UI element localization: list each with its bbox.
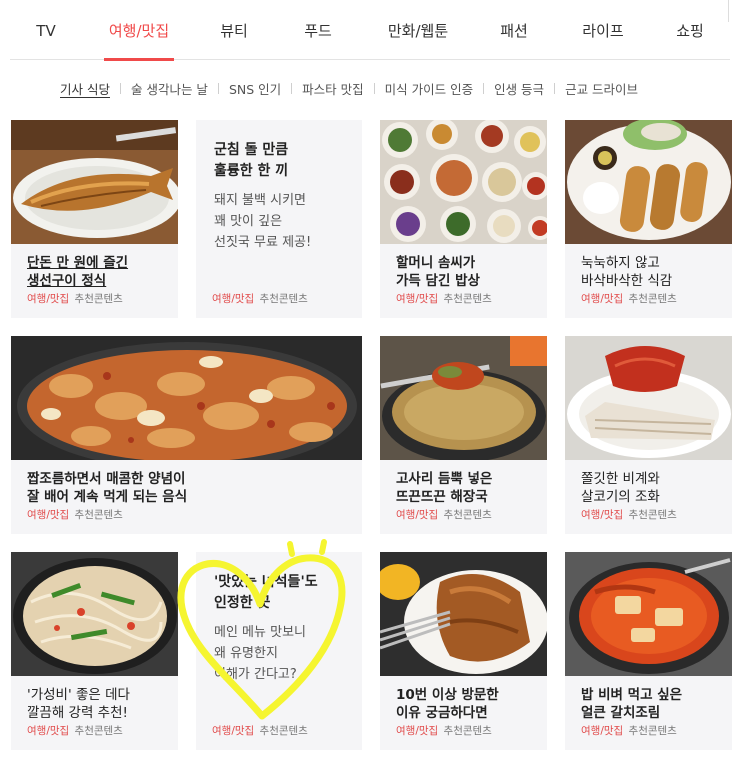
tab-food[interactable]: 푸드 [298, 0, 338, 60]
tab-shopping[interactable]: 쇼핑 [670, 0, 710, 60]
card-meta: 여행/맛집 추천콘텐츠 [396, 291, 492, 306]
content-type-label: 추천콘텐츠 [74, 725, 123, 737]
tab-beauty[interactable]: 뷰티 [214, 0, 254, 60]
subtab-life-favorite[interactable]: 인생 등극 [494, 79, 544, 98]
card-title[interactable]: 눅눅하지 않고 바삭바삭한 식감 [581, 254, 722, 290]
card-title[interactable]: 단돈 만 원에 즐긴 생선구이 정식 [27, 254, 168, 290]
content-type-label: 추천콘텐츠 [443, 509, 492, 521]
tab-tv[interactable]: TV [26, 0, 66, 60]
braised-cutlassfish-photo [565, 552, 732, 676]
card-meta: 여행/맛집 추천콘텐츠 [27, 507, 123, 522]
content-type-label: 추천콘텐츠 [259, 725, 308, 737]
tab-travel-food[interactable]: 여행/맛집 [104, 0, 174, 61]
korean-side-dishes-photo [380, 120, 547, 244]
pork-cutlet-photo [565, 120, 732, 244]
card-title[interactable]: 밥 비벼 먹고 싶은 얼큰 갈치조림 [581, 686, 722, 722]
card-meta: 여행/맛집 추천콘텐츠 [212, 723, 308, 738]
divider [119, 82, 121, 94]
content-card[interactable]: 쫄깃한 비계와 살코기의 조화 여행/맛집 추천콘텐츠 [565, 336, 732, 534]
stir-fried-noodle-pan-photo [11, 552, 178, 676]
subtab-driver-restaurant[interactable]: 기사 식당 [60, 79, 110, 98]
content-card[interactable]: 눅눅하지 않고 바삭바삭한 식감 여행/맛집 추천콘텐츠 [565, 120, 732, 318]
category-label: 여행/맛집 [27, 509, 70, 521]
card-heading: 군침 돌 만큼 훌륭한 한 끼 [214, 142, 289, 179]
subtab-pasta[interactable]: 파스타 맛집 [302, 79, 363, 98]
boiled-pork-photo [565, 336, 732, 460]
tab-life[interactable]: 라이프 [576, 0, 630, 60]
card-meta: 여행/맛집 추천콘텐츠 [396, 507, 492, 522]
sub-category-bar: 기사 식당 술 생각나는 날 SNS 인기 파스타 맛집 미식 가이드 인증 인… [60, 78, 638, 98]
category-label: 여행/맛집 [396, 293, 439, 305]
card-title[interactable]: '가성비' 좋은 데다 깔끔해 강력 추천! [27, 686, 168, 722]
category-label: 여행/맛집 [581, 293, 624, 305]
card-meta: 여행/맛집 추천콘텐츠 [212, 291, 308, 306]
content-card[interactable]: 10번 이상 방문한 이유 궁금하다면 여행/맛집 추천콘텐츠 [380, 552, 547, 750]
card-meta: 여행/맛집 추천콘텐츠 [581, 507, 677, 522]
card-title[interactable]: 쫄깃한 비계와 살코기의 조화 [581, 470, 722, 506]
card-heading: '맛있는 녀석들'도 인정한 곳 [214, 574, 318, 611]
category-label: 여행/맛집 [581, 509, 624, 521]
content-card[interactable]: 고사리 듬뿍 넣은 뜨끈뜨끈 해장국 여행/맛집 추천콘텐츠 [380, 336, 547, 534]
nav-edge-divider [728, 0, 729, 22]
text-content-card[interactable]: 군침 돌 만큼 훌륭한 한 끼 돼지 불백 시키면 꽤 맛이 깊은 선짓국 무료 제공… [196, 120, 362, 318]
fried-cutlet-photo [380, 552, 547, 676]
content-card[interactable]: 밥 비벼 먹고 싶은 얼큰 갈치조림 여행/맛집 추천콘텐츠 [565, 552, 732, 750]
hangover-soup-photo [380, 336, 547, 460]
subtab-sns-popular[interactable]: SNS 인기 [229, 79, 281, 98]
card-title[interactable]: 10번 이상 방문한 이유 궁금하다면 [396, 686, 537, 722]
subtab-michelin-guide[interactable]: 미식 가이드 인증 [385, 79, 473, 98]
subtab-drinking-day[interactable]: 술 생각나는 날 [131, 79, 208, 98]
divider [217, 82, 219, 94]
divider [554, 82, 556, 94]
category-label: 여행/맛집 [396, 509, 439, 521]
card-meta: 여행/맛집 추천콘텐츠 [396, 723, 492, 738]
card-meta: 여행/맛집 추천콘텐츠 [27, 291, 123, 306]
category-label: 여행/맛집 [27, 725, 70, 737]
content-type-label: 추천콘텐츠 [443, 725, 492, 737]
content-type-label: 추천콘텐츠 [628, 293, 677, 305]
subtab-suburban-drive[interactable]: 근교 드라이브 [565, 79, 638, 98]
card-meta: 여행/맛집 추천콘텐츠 [581, 291, 677, 306]
divider [483, 82, 485, 94]
card-title[interactable]: 고사리 듬뿍 넣은 뜨끈뜨끈 해장국 [396, 470, 537, 506]
tab-fashion[interactable]: 패션 [494, 0, 534, 60]
category-label: 여행/맛집 [27, 293, 70, 305]
content-type-label: 추천콘텐츠 [259, 293, 308, 305]
content-type-label: 추천콘텐츠 [443, 293, 492, 305]
content-type-label: 추천콘텐츠 [74, 509, 123, 521]
divider [291, 82, 293, 94]
content-type-label: 추천콘텐츠 [628, 509, 677, 521]
content-card-wide[interactable]: 짭조름하면서 매콤한 양념이 잘 배어 계속 먹게 되는 음식 여행/맛집 추천콘… [11, 336, 362, 534]
category-label: 여행/맛집 [581, 725, 624, 737]
content-card[interactable]: '가성비' 좋은 데다 깔끔해 강력 추천! 여행/맛집 추천콘텐츠 [11, 552, 178, 750]
content-type-label: 추천콘텐츠 [628, 725, 677, 737]
category-label: 여행/맛집 [212, 293, 255, 305]
card-description: 메인 메뉴 맛보니 왜 유명한지 이해가 간다고? [214, 625, 306, 682]
category-label: 여행/맛집 [212, 725, 255, 737]
text-content-card[interactable]: '맛있는 녀석들'도 인정한 곳 메인 메뉴 맛보니 왜 유명한지 이해가 간다고? … [196, 552, 362, 750]
card-description: 돼지 불백 시키면 꽤 맛이 깊은 선짓국 무료 제공! [214, 193, 312, 250]
category-label: 여행/맛집 [396, 725, 439, 737]
category-tab-bar: TV 여행/맛집 뷰티 푸드 만화/웹툰 패션 라이프 쇼핑 [10, 0, 730, 61]
card-meta: 여행/맛집 추천콘텐츠 [27, 723, 123, 738]
tab-comics-webtoon[interactable]: 만화/웹툰 [378, 0, 458, 60]
card-meta: 여행/맛집 추천콘텐츠 [581, 723, 677, 738]
content-type-label: 추천콘텐츠 [74, 293, 123, 305]
content-card[interactable]: 단돈 만 원에 즐긴 생선구이 정식 여행/맛집 추천콘텐츠 [11, 120, 178, 318]
divider [373, 82, 375, 94]
card-title[interactable]: 할머니 솜씨가 가득 담긴 밥상 [396, 254, 537, 290]
grilled-fish-photo [11, 120, 178, 244]
spicy-stir-fried-pork-photo [11, 336, 362, 460]
card-title[interactable]: 짭조름하면서 매콤한 양념이 잘 배어 계속 먹게 되는 음식 [27, 470, 352, 506]
content-card[interactable]: 할머니 솜씨가 가득 담긴 밥상 여행/맛집 추천콘텐츠 [380, 120, 547, 318]
